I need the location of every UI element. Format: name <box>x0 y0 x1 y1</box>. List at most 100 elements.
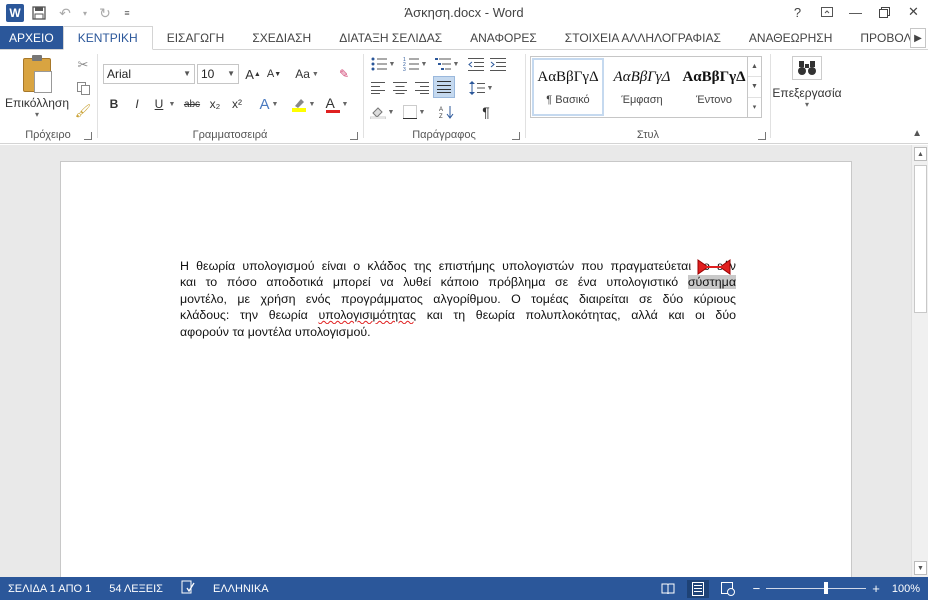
highlighter-icon <box>291 96 307 112</box>
shading-button[interactable]: ▼ <box>368 102 396 122</box>
close-icon[interactable]: ✕ <box>899 0 928 24</box>
font-size-combo[interactable]: 10 ▼ <box>197 64 239 84</box>
superscript-button[interactable]: x² <box>228 94 246 114</box>
text-line: και το πόσο αποδοτικά μπορεί να λυθεί κά… <box>180 274 736 290</box>
italic-button[interactable]: I <box>128 94 146 114</box>
underline-button[interactable]: U <box>150 94 168 114</box>
text-line: Η θεωρία υπολογισμού είναι ο κλάδος της … <box>180 259 736 273</box>
tab-file[interactable]: ΑΡΧΕΙΟ <box>0 26 63 50</box>
tab-insert[interactable]: ΕΙΣΑΓΩΓΗ <box>153 26 239 50</box>
highlight-color-button[interactable]: ▼ <box>288 94 318 114</box>
cursor-icon <box>697 259 731 275</box>
subscript-button[interactable]: x₂ <box>206 94 224 114</box>
font-launcher-icon[interactable] <box>350 132 358 140</box>
zoom-in-button[interactable]: + <box>872 581 880 596</box>
change-case-button[interactable]: Aa ▼ <box>292 64 322 84</box>
paste-button[interactable]: Επικόλληση ▾ <box>4 55 70 120</box>
chevron-down-icon[interactable]: ▼ <box>183 69 191 78</box>
sort-icon[interactable]: AZ <box>436 102 458 122</box>
shrink-font-label: A <box>266 68 275 80</box>
line-spacing-icon <box>468 81 485 95</box>
zoom-slider-thumb[interactable] <box>824 582 829 594</box>
proofing-icon[interactable] <box>181 580 195 597</box>
paste-label: Επικόλληση <box>4 96 69 110</box>
font-name-combo[interactable]: Arial ▼ <box>103 64 195 84</box>
chevron-down-icon[interactable]: ▼ <box>227 69 235 78</box>
tab-review[interactable]: ΑΝΑΘΕΩΡΗΣΗ <box>735 26 846 50</box>
borders-icon <box>402 105 417 119</box>
tab-references[interactable]: ΑΝΑΦΟΡΕΣ <box>456 26 551 50</box>
print-layout-icon[interactable] <box>686 579 709 598</box>
collapse-ribbon-icon[interactable]: ▲ <box>912 128 922 139</box>
paragraph-launcher-icon[interactable] <box>512 132 520 140</box>
page-count[interactable]: ΣΕΛΙΔΑ 1 ΑΠΟ 1 <box>8 583 91 595</box>
word-count[interactable]: 54 ΛΕΞΕΙΣ <box>109 583 163 595</box>
binoculars-icon <box>792 56 822 80</box>
bullets-icon <box>371 57 387 71</box>
change-case-label: Aa <box>295 67 310 81</box>
line-spacing-button[interactable]: ▼ <box>466 78 496 98</box>
vertical-scrollbar[interactable]: ▲ ▼ <box>911 145 928 577</box>
editing-label: Επεξεργασία <box>772 86 842 100</box>
show-formatting-marks-button[interactable]: ¶ <box>476 102 496 122</box>
align-right-icon[interactable] <box>412 78 432 98</box>
cut-icon[interactable]: ✂ <box>74 56 92 74</box>
strikethrough-button[interactable]: abc <box>180 94 204 114</box>
scroll-up-icon[interactable]: ▲ <box>914 147 927 161</box>
font-color-icon: A <box>325 96 340 113</box>
copy-icon[interactable] <box>74 79 92 97</box>
clipboard-launcher-icon[interactable] <box>84 132 92 140</box>
title-bar: W ↶ ▾ ↻ ≡ Άσκηση.docx - Word ? — ✕ <box>0 0 928 26</box>
shading-icon <box>369 107 386 119</box>
ribbon-display-options-icon[interactable] <box>812 0 841 24</box>
tab-design[interactable]: ΣΧΕΔΙΑΣΗ <box>238 26 325 50</box>
borders-button[interactable]: ▼ <box>400 102 428 122</box>
document-page[interactable]: Η θεωρία υπολογισμού είναι ο κλάδος της … <box>60 161 852 577</box>
misspelled-word[interactable]: υπολογισιμότητας <box>318 308 416 322</box>
numbering-button[interactable]: 1 2 3 ▼ <box>400 54 430 74</box>
scroll-down-icon[interactable]: ▼ <box>914 561 927 575</box>
restore-icon[interactable] <box>870 0 899 24</box>
scroll-thumb[interactable] <box>914 165 927 313</box>
font-color-button[interactable]: A ▼ <box>322 94 352 114</box>
chevron-down-icon: ▾ <box>34 110 39 119</box>
tab-page-layout[interactable]: ΔΙΑΤΑΞΗ ΣΕΛΙΔΑΣ <box>325 26 456 50</box>
minimize-icon[interactable]: — <box>841 0 870 24</box>
text-effects-icon[interactable]: A ▼ <box>256 94 282 114</box>
web-layout-icon[interactable] <box>717 580 739 598</box>
text-line: κλάδους: την θεωρία υπολογισιμότητας και… <box>180 307 736 323</box>
styles-launcher-icon[interactable] <box>758 132 766 140</box>
ribbon-tabs: ΑΡΧΕΙΟ ΚΕΝΤΡΙΚΗ ΕΙΣΑΓΩΓΗ ΣΧΕΔΙΑΣΗ ΔΙΑΤΑΞ… <box>0 26 928 50</box>
chevron-down-icon[interactable]: ▼ <box>168 94 176 114</box>
multilevel-list-button[interactable]: ▼ <box>432 54 462 74</box>
help-button[interactable]: ? <box>783 0 812 24</box>
document-area[interactable]: Η θεωρία υπολογισμού είναι ο κλάδος της … <box>0 145 928 577</box>
format-painter-icon[interactable]: 🖌 <box>74 102 92 120</box>
font-group-label: Γραμματοσειρά <box>192 129 268 141</box>
align-center-icon[interactable] <box>390 78 410 98</box>
tab-mailings[interactable]: ΣΤΟΙΧΕΙΑ ΑΛΛΗΛΟΓΡΑΦΙΑΣ <box>551 26 735 50</box>
increase-indent-icon[interactable] <box>488 54 508 74</box>
shrink-font-button[interactable]: A ▼ <box>264 64 284 84</box>
zoom-out-button[interactable]: − <box>753 581 761 596</box>
language-indicator[interactable]: ΕΛΛΗΝΙΚΑ <box>213 583 269 595</box>
multilevel-list-icon <box>434 58 451 70</box>
justify-icon[interactable] <box>433 76 455 98</box>
zoom-level[interactable]: 100% <box>892 583 920 595</box>
decrease-indent-icon[interactable] <box>466 54 486 74</box>
align-left-icon[interactable] <box>368 78 388 98</box>
text-span: κλάδους: την θεωρία <box>180 308 319 323</box>
document-paragraph[interactable]: Η θεωρία υπολογισμού είναι ο κλάδος της … <box>180 258 736 340</box>
bold-button[interactable]: B <box>105 94 123 114</box>
tab-home[interactable]: ΚΕΝΤΡΙΚΗ <box>62 26 153 50</box>
read-mode-icon[interactable] <box>657 580 679 598</box>
tab-scroll-right-icon[interactable]: ▶ <box>910 28 926 48</box>
status-bar: ΣΕΛΙΔΑ 1 ΑΠΟ 1 54 ΛΕΞΕΙΣ ΕΛΛΗΝΙΚΑ − + 10… <box>0 577 928 600</box>
zoom-slider[interactable] <box>766 582 867 594</box>
editing-button[interactable]: Επεξεργασία ▾ <box>772 54 842 124</box>
divider <box>770 54 771 138</box>
selected-word[interactable]: σύστημα <box>687 275 736 290</box>
bullets-button[interactable]: ▼ <box>368 54 398 74</box>
grow-font-button[interactable]: A ▲ <box>243 64 263 84</box>
clear-formatting-icon[interactable]: ✎ <box>334 64 354 84</box>
